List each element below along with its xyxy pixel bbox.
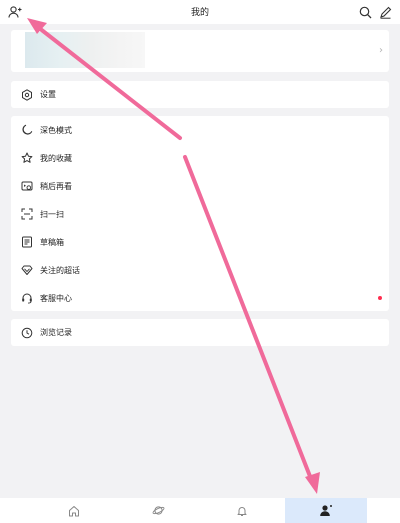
- profile-card[interactable]: ›: [11, 30, 389, 72]
- menu-item-scan[interactable]: 扫一扫: [11, 200, 389, 228]
- chevron-right-icon: ›: [379, 45, 383, 56]
- page-title: 我的: [190, 8, 209, 18]
- star-icon: [20, 151, 34, 165]
- person-icon: [320, 505, 332, 516]
- search-button[interactable]: [357, 4, 373, 20]
- super-topic-icon: [20, 263, 34, 277]
- menu-item-favorites[interactable]: 我的收藏: [11, 144, 389, 172]
- menu-item-label: 草稿箱: [40, 237, 64, 247]
- menu-item-watch-later[interactable]: 稍后再看: [11, 172, 389, 200]
- top-bar: 我的: [0, 0, 400, 24]
- search-icon: [359, 6, 371, 18]
- settings-label: 设置: [40, 90, 56, 99]
- edit-button[interactable]: [377, 4, 393, 20]
- clock-icon: [20, 326, 34, 340]
- menu-item-super-topics[interactable]: 关注的超话: [11, 256, 389, 284]
- menu-item-label: 深色模式: [40, 125, 72, 135]
- menu-item-customer-service[interactable]: 客服中心: [11, 284, 389, 312]
- tab-messages[interactable]: [228, 498, 256, 523]
- edit-icon: [379, 6, 391, 19]
- menu-item-label: 稍后再看: [40, 181, 72, 191]
- menu-card: 深色模式 我的收藏 稍后再看 扫一扫 草稿箱 关注的超话 客服中心: [11, 116, 389, 311]
- settings-item[interactable]: 设置: [11, 81, 389, 108]
- menu-item-label: 关注的超话: [40, 265, 80, 275]
- history-card: 浏览记录: [11, 319, 389, 346]
- menu-item-dark-mode[interactable]: 深色模式: [11, 116, 389, 144]
- tab-home[interactable]: [60, 498, 88, 523]
- planet-icon: [152, 506, 164, 515]
- tab-discover[interactable]: [144, 498, 172, 523]
- menu-item-label: 扫一扫: [40, 209, 64, 219]
- tab-profile[interactable]: [285, 498, 367, 523]
- drafts-icon: [20, 235, 34, 249]
- menu-item-drafts[interactable]: 草稿箱: [11, 228, 389, 256]
- history-label: 浏览记录: [40, 328, 72, 337]
- notification-dot: [378, 296, 382, 300]
- bottom-tab-bar: [0, 498, 400, 523]
- headset-icon: [20, 291, 34, 305]
- menu-item-label: 客服中心: [40, 293, 72, 303]
- scan-icon: [20, 207, 34, 221]
- history-item[interactable]: 浏览记录: [11, 319, 389, 346]
- moon-icon: [20, 123, 34, 137]
- watch-later-icon: [20, 179, 34, 193]
- menu-item-label: 我的收藏: [40, 153, 72, 163]
- settings-card: 设置: [11, 81, 389, 108]
- gear-icon: [20, 88, 34, 102]
- avatar: [25, 32, 145, 68]
- home-icon: [69, 505, 79, 516]
- bell-icon: [237, 506, 247, 516]
